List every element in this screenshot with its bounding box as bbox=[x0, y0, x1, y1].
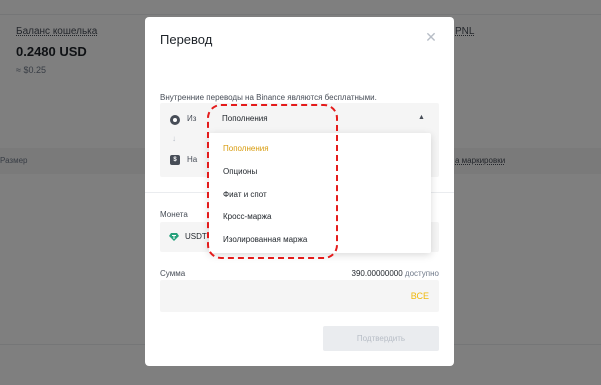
free-transfer-note: Внутренние переводы на Binance являются … bbox=[160, 93, 377, 102]
coin-value: USDT bbox=[185, 232, 207, 241]
highlight-annotation bbox=[207, 104, 338, 259]
max-button[interactable]: ВСЕ bbox=[411, 291, 429, 301]
coin-label: Монета bbox=[160, 210, 188, 219]
wallet-icon: $ bbox=[170, 155, 180, 165]
available-amount: 390.00000000 bbox=[351, 269, 403, 278]
available-suffix: доступно bbox=[404, 269, 439, 278]
confirm-button[interactable]: Подтвердить bbox=[323, 326, 439, 351]
amount-input[interactable]: ВСЕ bbox=[160, 280, 439, 312]
modal-title: Перевод bbox=[160, 32, 213, 47]
from-circle-icon bbox=[170, 115, 180, 125]
close-icon[interactable]: ✕ bbox=[424, 30, 438, 44]
amount-label: Сумма bbox=[160, 269, 186, 278]
to-label: На bbox=[187, 155, 198, 164]
usdt-icon bbox=[169, 233, 179, 241]
available-balance: 390.00000000 доступно bbox=[352, 269, 439, 278]
from-label: Из bbox=[187, 114, 197, 123]
caret-up-icon[interactable]: ▲ bbox=[418, 114, 425, 121]
arrow-down-icon: ↓ bbox=[172, 134, 176, 143]
